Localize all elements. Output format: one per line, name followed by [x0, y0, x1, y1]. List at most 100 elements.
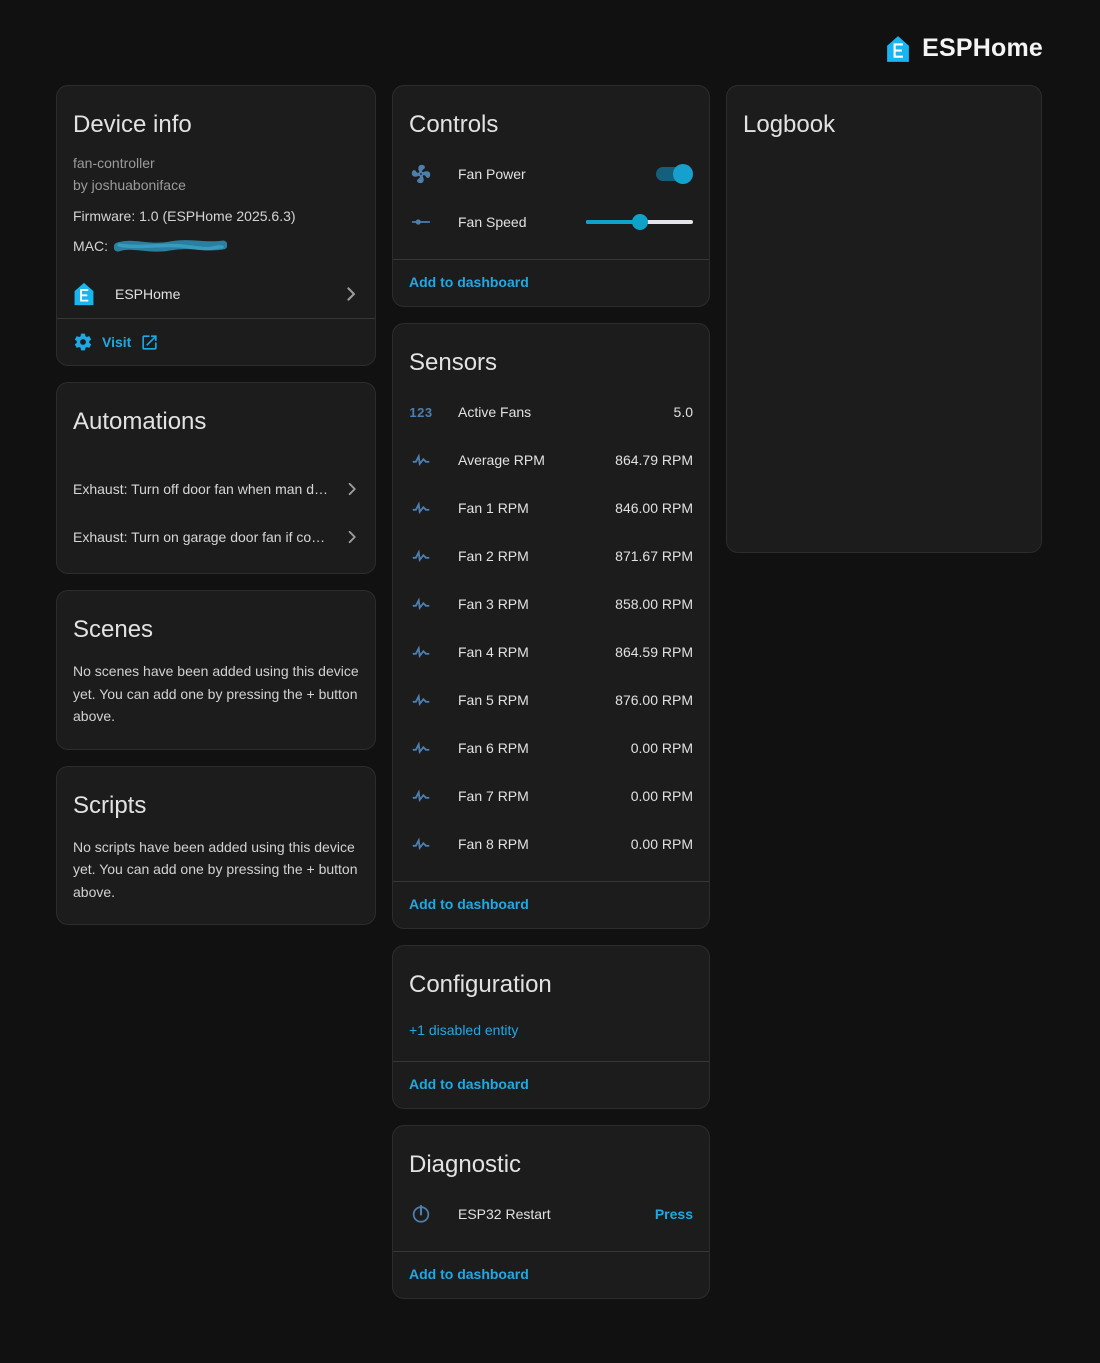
- sensor-row[interactable]: 123 Active Fans 5.0: [393, 388, 709, 436]
- toggle-knob: [673, 164, 693, 184]
- fan-speed-slider[interactable]: [586, 214, 693, 230]
- fan-power-row[interactable]: Fan Power: [393, 150, 709, 198]
- configuration-title: Configuration: [393, 946, 709, 1008]
- sensor-row[interactable]: Fan 4 RPM 864.59 RPM: [393, 628, 709, 676]
- press-button[interactable]: Press: [655, 1206, 693, 1222]
- esphome-brand: ESPHome: [883, 34, 1043, 64]
- sensor-row[interactable]: Fan 5 RPM 876.00 RPM: [393, 676, 709, 724]
- pulse-icon: [409, 784, 433, 808]
- fan-icon: [409, 162, 433, 186]
- integration-row-esphome[interactable]: ESPHome: [57, 270, 375, 318]
- automations-title: Automations: [57, 383, 375, 445]
- sensor-row[interactable]: Fan 3 RPM 858.00 RPM: [393, 580, 709, 628]
- pulse-icon: [409, 544, 433, 568]
- sensor-row[interactable]: Average RPM 864.79 RPM: [393, 436, 709, 484]
- add-to-dashboard-link[interactable]: Add to dashboard: [409, 274, 529, 290]
- device-mac-row: MAC:: [73, 236, 359, 256]
- power-icon: [409, 1202, 433, 1226]
- sensor-value: 0.00 RPM: [631, 740, 693, 756]
- sensor-row[interactable]: Fan 7 RPM 0.00 RPM: [393, 772, 709, 820]
- mac-label: MAC:: [73, 236, 108, 256]
- fan-speed-row[interactable]: Fan Speed: [393, 198, 709, 246]
- device-firmware: Firmware: 1.0 (ESPHome 2025.6.3): [73, 206, 359, 226]
- card-columns: Device info fan-controller by joshuaboni…: [0, 85, 1100, 1315]
- device-info-title: Device info: [57, 86, 375, 148]
- device-by: by joshuaboniface: [73, 174, 359, 196]
- restart-label: ESP32 Restart: [458, 1206, 647, 1222]
- sensor-value: 864.79 RPM: [615, 452, 693, 468]
- slider-icon: [409, 210, 433, 234]
- automation-label: Exhaust: Turn on garage door fan if co…: [73, 529, 341, 545]
- scripts-card: Scripts No scripts have been added using…: [56, 766, 376, 926]
- slider-knob[interactable]: [632, 214, 648, 230]
- configuration-card: Configuration +1 disabled entity Add to …: [392, 945, 710, 1109]
- controls-card: Controls Fan Power Fan: [392, 85, 710, 307]
- chevron-right-icon: [341, 526, 363, 548]
- sensor-label: Average RPM: [458, 452, 607, 468]
- open-in-new-icon[interactable]: [140, 333, 159, 352]
- chevron-right-icon: [339, 282, 363, 306]
- fan-speed-label: Fan Speed: [458, 214, 586, 230]
- esp32-restart-row[interactable]: ESP32 Restart Press: [393, 1190, 709, 1238]
- add-to-dashboard-link[interactable]: Add to dashboard: [409, 896, 529, 912]
- sensor-row[interactable]: Fan 2 RPM 871.67 RPM: [393, 532, 709, 580]
- automation-row[interactable]: Exhaust: Turn on garage door fan if co…: [57, 513, 375, 561]
- diagnostic-rows: ESP32 Restart Press: [393, 1188, 709, 1251]
- device-name: fan-controller: [73, 152, 359, 174]
- fan-power-toggle[interactable]: [656, 167, 690, 181]
- integration-label: ESPHome: [115, 286, 339, 302]
- gear-icon: [73, 332, 93, 352]
- esphome-logo-icon: [71, 281, 97, 307]
- sensor-value: 858.00 RPM: [615, 596, 693, 612]
- esphome-logo-icon: [883, 34, 913, 64]
- device-info-body: fan-controller by joshuaboniface Firmwar…: [57, 148, 375, 256]
- pulse-icon: [409, 496, 433, 520]
- scenes-card: Scenes No scenes have been added using t…: [56, 590, 376, 750]
- sensor-label: Fan 3 RPM: [458, 596, 607, 612]
- sensors-rows: 123 Active Fans 5.0 Average RPM 864.79 R…: [393, 386, 709, 881]
- scenes-empty-text: No scenes have been added using this dev…: [57, 653, 375, 749]
- diagnostic-card: Diagnostic ESP32 Restart Press Add to da…: [392, 1125, 710, 1299]
- automation-row[interactable]: Exhaust: Turn off door fan when man d…: [57, 465, 375, 513]
- sensor-label: Fan 7 RPM: [458, 788, 623, 804]
- sensor-value: 0.00 RPM: [631, 836, 693, 852]
- automations-card: Automations Exhaust: Turn off door fan w…: [56, 382, 376, 574]
- scripts-title: Scripts: [57, 767, 375, 829]
- logbook-title: Logbook: [727, 86, 1041, 148]
- sensor-row[interactable]: Fan 1 RPM 846.00 RPM: [393, 484, 709, 532]
- sensor-label: Fan 4 RPM: [458, 644, 607, 660]
- sensor-value: 871.67 RPM: [615, 548, 693, 564]
- automations-list: Exhaust: Turn off door fan when man d… E…: [57, 465, 375, 573]
- visit-link[interactable]: Visit: [102, 334, 131, 350]
- sensor-row[interactable]: Fan 6 RPM 0.00 RPM: [393, 724, 709, 772]
- sensor-value: 876.00 RPM: [615, 692, 693, 708]
- device-info-card: Device info fan-controller by joshuaboni…: [56, 85, 376, 366]
- visit-row: Visit: [57, 319, 375, 365]
- scripts-empty-text: No scripts have been added using this de…: [57, 829, 375, 925]
- sensor-value: 864.59 RPM: [615, 644, 693, 660]
- fan-power-label: Fan Power: [458, 166, 656, 182]
- sensor-value: 0.00 RPM: [631, 788, 693, 804]
- chevron-right-icon: [341, 478, 363, 500]
- automation-label: Exhaust: Turn off door fan when man d…: [73, 481, 341, 497]
- logbook-card: Logbook: [726, 85, 1042, 553]
- sensor-value: 846.00 RPM: [615, 500, 693, 516]
- add-to-dashboard-link[interactable]: Add to dashboard: [409, 1076, 529, 1092]
- sensor-label: Active Fans: [458, 404, 666, 420]
- sensor-label: Fan 5 RPM: [458, 692, 607, 708]
- pulse-icon: [409, 736, 433, 760]
- sensor-label: Fan 2 RPM: [458, 548, 607, 564]
- top-bar: ESPHome: [0, 0, 1100, 85]
- sensor-label: Fan 1 RPM: [458, 500, 607, 516]
- pulse-icon: [409, 832, 433, 856]
- controls-title: Controls: [393, 86, 709, 148]
- pulse-icon: [409, 592, 433, 616]
- sensor-row[interactable]: Fan 8 RPM 0.00 RPM: [393, 820, 709, 868]
- sensor-label: Fan 8 RPM: [458, 836, 623, 852]
- mac-redaction-scribble: [114, 239, 227, 253]
- diagnostic-title: Diagnostic: [393, 1126, 709, 1188]
- add-to-dashboard-link[interactable]: Add to dashboard: [409, 1266, 529, 1282]
- disabled-entities-link[interactable]: +1 disabled entity: [409, 1022, 518, 1038]
- sensor-value: 5.0: [674, 404, 693, 420]
- controls-rows: Fan Power Fan Speed: [393, 148, 709, 259]
